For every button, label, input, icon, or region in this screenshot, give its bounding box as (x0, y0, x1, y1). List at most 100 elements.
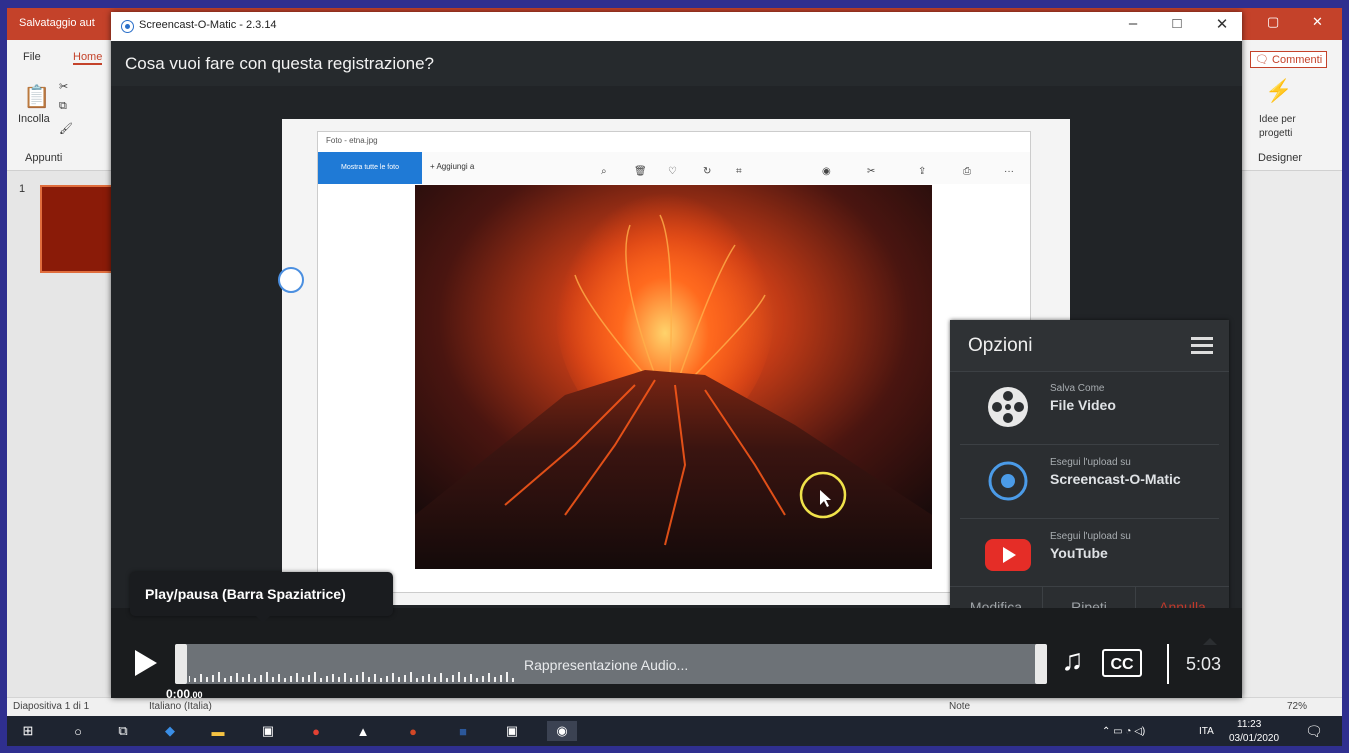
upload-to-label: Esegui l'upload su (1050, 531, 1131, 542)
duration: 5:03 (1186, 654, 1222, 674)
audio-representation-label: Rappresentazione Audio... (524, 657, 689, 673)
volcano-photo (415, 185, 932, 569)
upload-youtube-option[interactable]: Esegui l'upload su YouTube (960, 519, 1219, 592)
panel-pointer (1203, 638, 1217, 645)
notification-icon[interactable]: 🗨 (1305, 723, 1323, 740)
timeline-start-handle[interactable] (175, 644, 187, 684)
autosave-title: Salvataggio aut (19, 17, 95, 29)
youtube-icon (985, 539, 1031, 571)
music-icon[interactable]: ♫ (1061, 646, 1084, 676)
cut-icon[interactable]: ✂ (59, 80, 68, 93)
word-icon[interactable]: ■ (452, 721, 474, 741)
screencast-logo-icon (988, 461, 1028, 501)
slide-thumbnail[interactable] (40, 185, 116, 273)
more-icon: ··· (1004, 166, 1014, 177)
record-dot-icon (278, 267, 304, 293)
format-painter-icon[interactable]: 🖌 (59, 122, 73, 135)
search-icon[interactable]: ○ (67, 721, 89, 741)
question-title: Cosa vuoi fare con questa registrazione? (125, 54, 435, 73)
timeline-track[interactable]: Rappresentazione Audio... (175, 644, 1047, 684)
paste-icon[interactable]: 📋 (23, 84, 50, 110)
restore-icon[interactable]: ▢ (1267, 14, 1279, 30)
zoom-icon: ⌕ (601, 166, 607, 177)
tray-language[interactable]: ITA (1199, 726, 1214, 737)
options-title: Opzioni (968, 335, 1033, 356)
menu-file[interactable]: File (23, 51, 41, 63)
powerpoint-statusbar: Diapositiva 1 di 1 Italiano (Italia) Not… (7, 697, 1342, 716)
save-as-label: Salva Come (1050, 383, 1105, 394)
comment-icon: 🗨 (1255, 54, 1273, 66)
upload-screencast-option[interactable]: Esegui l'upload su Screencast-O-Matic (960, 445, 1219, 519)
copy-icon[interactable]: ⧉ (59, 100, 67, 113)
clipboard-group-label: Appunti (25, 152, 63, 164)
audio-waveform (189, 672, 514, 682)
tooltip-text: Play/pausa (Barra Spaziatrice) (145, 586, 346, 602)
crop-icon: ⌗ (736, 166, 742, 177)
add-to-button: + Aggiungi a (430, 162, 475, 171)
separator (1167, 644, 1169, 684)
edge-icon[interactable]: ◆ (159, 721, 181, 741)
window-icon[interactable]: ▣ (501, 721, 523, 741)
menu-home[interactable]: Home (73, 51, 103, 65)
file-video-label: File Video (1050, 397, 1116, 413)
view-all-photos-button: Mostra tutte le foto (318, 152, 422, 184)
photos-icon[interactable]: ▲ (352, 721, 374, 741)
current-time-fraction: .00 (190, 690, 203, 700)
save-file-video-option[interactable]: Salva Come File Video (960, 371, 1219, 445)
play-icon[interactable] (131, 648, 161, 678)
enhance-icon: ◉ (822, 166, 831, 177)
file-explorer-icon[interactable]: ▬ (207, 721, 229, 741)
task-view-icon[interactable]: ⧉ (112, 721, 134, 741)
designer-group-label: Designer (1258, 152, 1303, 164)
film-reel-icon (988, 387, 1028, 427)
screencast-label: Screencast-O-Matic (1050, 471, 1181, 487)
photos-title: Foto - etna.jpg (326, 136, 378, 145)
desktop-frame: Salvataggio aut ▢ ✕ File Home 📋 ✂ ⧉ 🖌 In… (7, 8, 1342, 746)
status-slide: Diapositiva 1 di 1 (13, 701, 90, 712)
status-language[interactable]: Italiano (Italia) (149, 701, 212, 712)
menu-icon[interactable] (1191, 337, 1213, 355)
current-time: 0:00.00 (166, 687, 203, 701)
edit-icon: ✂ (867, 166, 876, 177)
question-header: Cosa vuoi fare con questa registrazione? (111, 41, 1242, 86)
designer-icon[interactable]: ⚡ (1265, 78, 1292, 104)
screencast-titlebar: Screencast-O-Matic - 2.3.14 – □ ✕ (111, 12, 1242, 41)
close-icon[interactable]: ✕ (1208, 15, 1236, 33)
designer-pane (1245, 171, 1342, 699)
maximize-icon[interactable]: □ (1163, 15, 1191, 32)
play-pause-tooltip: Play/pausa (Barra Spaziatrice) (130, 572, 393, 623)
playback-bar: Rappresentazione Audio... 0:00.00 ♫ CC 5… (111, 608, 1242, 701)
print-icon: ⎙ (963, 166, 971, 177)
comments-button[interactable]: 🗨 Commenti (1250, 51, 1328, 68)
app-title: Screencast-O-Matic - 2.3.14 (139, 19, 277, 31)
upload-to-label: Esegui l'upload su (1050, 457, 1131, 468)
photos-toolbar: Mostra tutte le foto + Aggiungi a ⌕ 🗑 ♡ … (318, 152, 1030, 184)
designer-label-1[interactable]: Idee per (1259, 114, 1296, 125)
tray-time[interactable]: 11:23 (1237, 719, 1261, 730)
close-icon[interactable]: ✕ (1312, 14, 1323, 30)
status-notes[interactable]: Note (949, 701, 970, 712)
designer-label-2[interactable]: progetti (1259, 128, 1292, 139)
video-preview[interactable]: Foto - etna.jpg Mostra tutte le foto + A… (111, 86, 1242, 629)
youtube-label: YouTube (1050, 545, 1108, 561)
tray-date[interactable]: 03/01/2020 (1229, 733, 1279, 744)
current-time-main: 0:00 (166, 687, 191, 701)
powerpoint-icon[interactable]: ● (402, 721, 424, 741)
app-icon[interactable]: ▣ (257, 721, 279, 741)
minimize-icon[interactable]: – (1119, 15, 1147, 32)
chrome-icon[interactable]: ● (305, 721, 327, 741)
tray-icons[interactable]: ⌃ ▭ ◔ ◁) (1102, 726, 1145, 737)
slide-number: 1 (19, 183, 26, 195)
timeline-end-handle[interactable] (1035, 644, 1047, 684)
captions-button[interactable]: CC (1102, 649, 1142, 677)
status-zoom[interactable]: 72% (1287, 701, 1307, 712)
paste-label[interactable]: Incolla (18, 113, 50, 125)
comments-label: Commenti (1272, 54, 1323, 66)
windows-start-icon[interactable]: ⊞ (17, 721, 39, 741)
heart-icon: ♡ (668, 166, 677, 177)
windows-taskbar: ⊞ ○ ⧉ ◆ ▬ ▣ ● ▲ ● ■ ▣ ◉ ⌃ ▭ ◔ ◁) ITA 11:… (7, 716, 1342, 746)
screencast-logo-icon (121, 20, 134, 33)
options-header: Opzioni (950, 320, 1229, 372)
rotate-icon: ↻ (703, 166, 712, 177)
screencast-icon[interactable]: ◉ (547, 721, 577, 741)
